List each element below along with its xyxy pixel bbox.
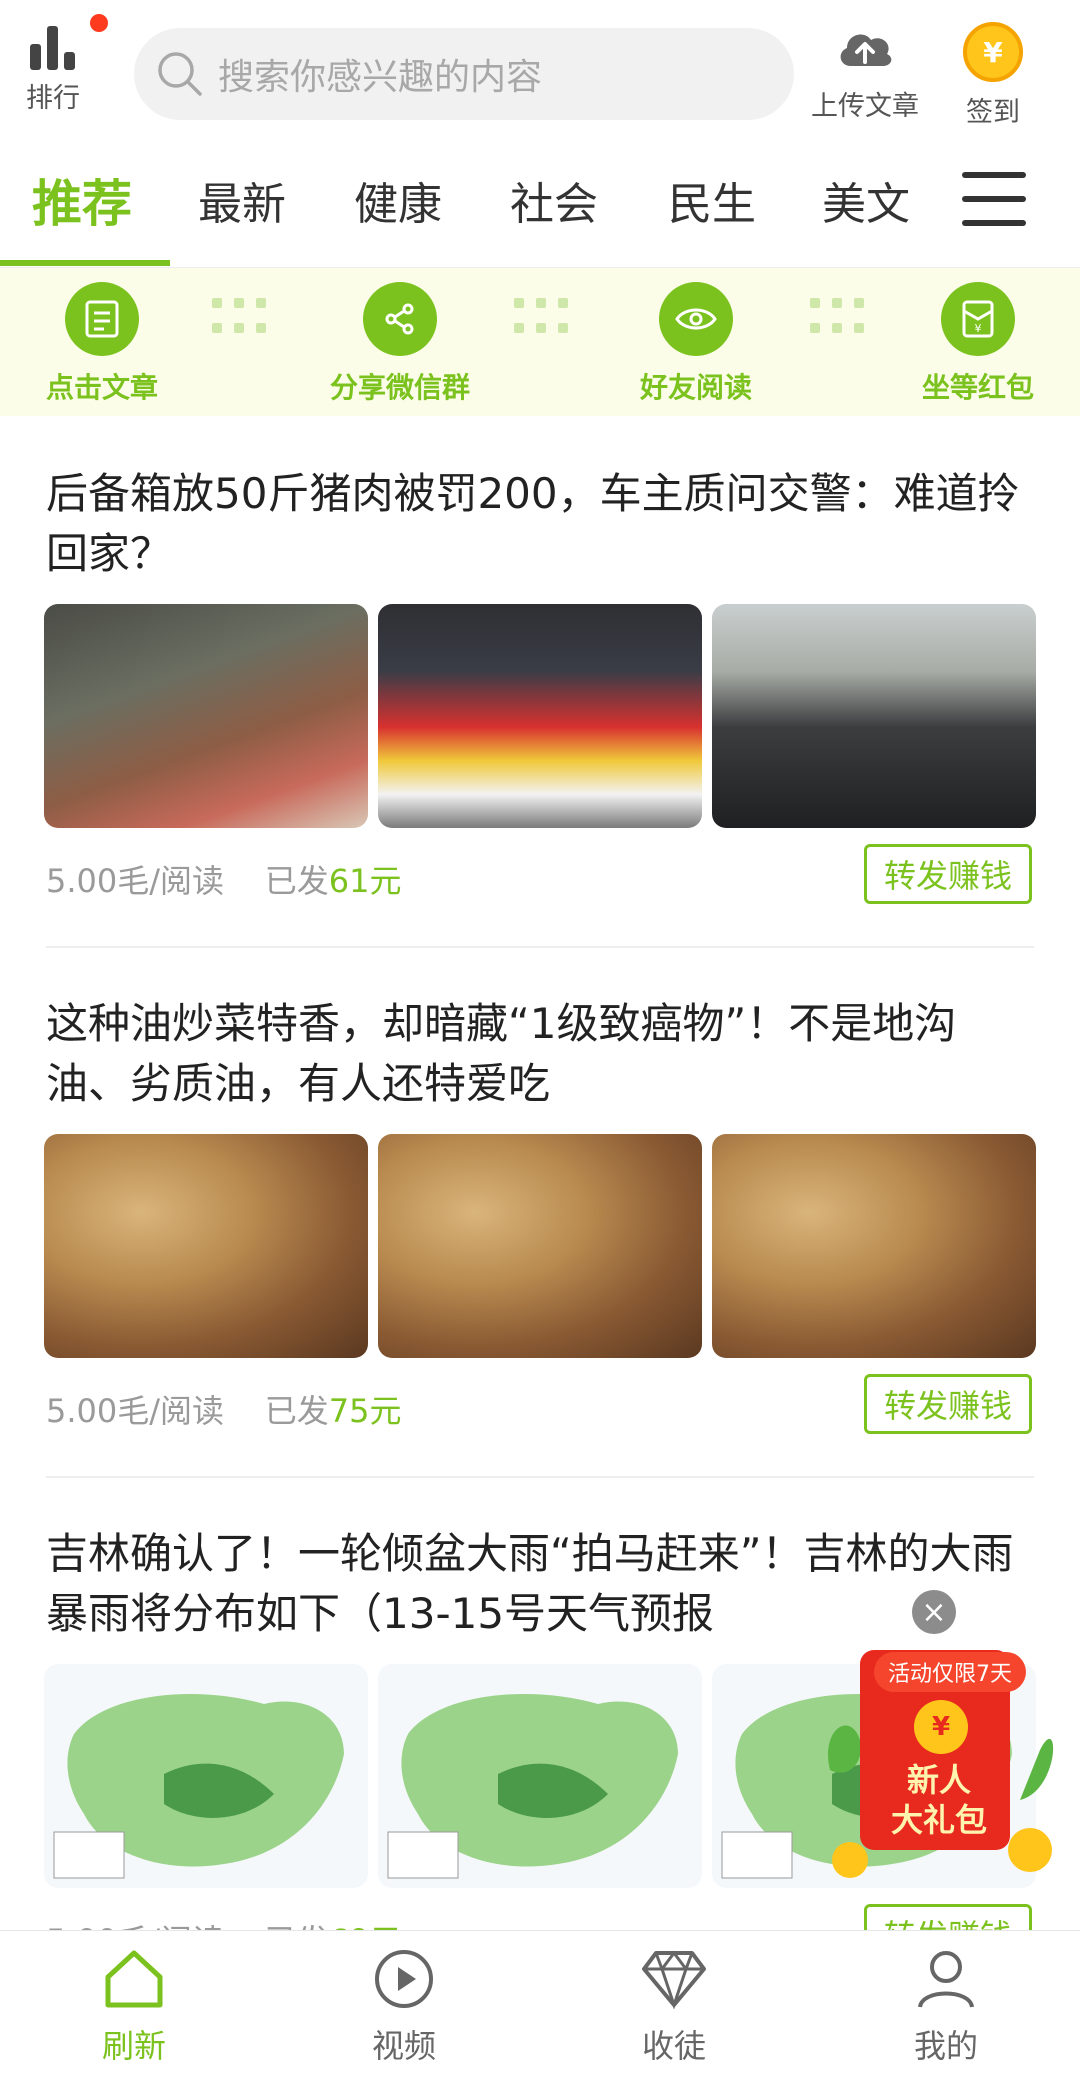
article-title[interactable]: 后备箱放50斤猪肉被罚200，车主质问交警：难道拎回家？ (46, 464, 1036, 584)
article-thumbnail[interactable] (44, 604, 368, 828)
play-icon (375, 1950, 433, 2008)
user-icon (918, 1951, 974, 2008)
search-bar[interactable]: 搜索你感兴趣的内容 (134, 28, 794, 120)
tab-latest[interactable]: 最新 (198, 168, 286, 232)
tab-recommended[interactable]: 推荐 (32, 164, 132, 236)
step-click-article: 点击文章 (42, 282, 162, 406)
tab-society[interactable]: 社会 (510, 168, 598, 232)
earning-steps-banner[interactable]: 点击文章 分享微信群 好友阅读 ¥ 坐等红包 (0, 268, 1080, 416)
limited-time-badge: 活动仅限7天 (874, 1652, 1026, 1692)
nav-label: 视频 (371, 2027, 436, 2065)
article-title[interactable]: 这种油炒菜特香，却暗藏“1级致癌物”！不是地沟油、劣质油，有人还特爱吃 (46, 994, 1036, 1114)
nav-video[interactable]: 视频 (334, 1949, 474, 2067)
home-icon (105, 1950, 163, 2008)
share-earn-button[interactable]: 转发赚钱 (864, 844, 1032, 904)
active-tab-indicator (0, 260, 170, 266)
paid-amount: 61元 (328, 862, 402, 900)
red-packet-icon: ¥ (941, 282, 1015, 356)
article-thumbnail[interactable] (378, 1134, 702, 1358)
paid-amount: 75元 (328, 1392, 402, 1430)
read-rate: 5.00毛/阅读 (46, 1392, 225, 1430)
signin-label: 签到 (966, 97, 1020, 128)
read-rate: 5.00毛/阅读 (46, 862, 225, 900)
article-images[interactable] (44, 1134, 1036, 1358)
nav-label: 刷新 (101, 2027, 166, 2065)
signin-button[interactable]: ¥ 签到 (952, 22, 1034, 129)
share-icon (363, 282, 437, 356)
step-separator (514, 298, 578, 338)
gift-line-1: 新人 (906, 1761, 971, 1799)
step-friend-read: 好友阅读 (634, 282, 758, 406)
step-share-wechat: 分享微信群 (322, 282, 478, 406)
upload-article-button[interactable]: 上传文章 (802, 22, 928, 123)
yuan-coin-icon: ¥ (914, 1700, 968, 1754)
svg-text:¥: ¥ (975, 322, 982, 335)
newcomer-gift-popup[interactable]: 活动仅限7天 ¥ 新人 大礼包 (820, 1590, 1060, 1880)
article-icon (65, 282, 139, 356)
nav-refresh[interactable]: 刷新 (64, 1949, 204, 2067)
notification-dot (90, 14, 108, 32)
search-placeholder: 搜索你感兴趣的内容 (218, 57, 543, 98)
bottom-navigation: 刷新 视频 收徒 我的 (0, 1930, 1080, 2097)
nav-recruit[interactable]: 收徒 (604, 1949, 744, 2067)
diamond-icon (642, 1950, 706, 2010)
article-meta: 5.00毛/阅读 已发61元 (46, 856, 401, 902)
article-thumbnail[interactable] (44, 1664, 368, 1888)
article-thumbnail[interactable] (378, 1664, 702, 1888)
menu-icon[interactable] (962, 172, 1026, 226)
paid-prefix: 已发 (264, 1392, 329, 1430)
step-label: 分享微信群 (329, 371, 470, 404)
step-separator (810, 298, 874, 338)
article-thumbnail[interactable] (712, 1134, 1036, 1358)
nav-label: 收徒 (641, 2027, 706, 2065)
paid-prefix: 已发 (264, 862, 329, 900)
rank-label: 排行 (26, 83, 80, 114)
step-label: 点击文章 (45, 371, 158, 404)
step-separator (212, 298, 276, 338)
share-earn-button[interactable]: 转发赚钱 (864, 1374, 1032, 1434)
eye-icon (659, 282, 733, 356)
article-images[interactable] (44, 604, 1036, 828)
article-thumbnail[interactable] (44, 1134, 368, 1358)
close-icon[interactable]: × (912, 1590, 956, 1634)
divider (46, 946, 1034, 948)
step-wait-red-packet: ¥ 坐等红包 (916, 282, 1040, 406)
tab-essays[interactable]: 美文 (822, 168, 910, 232)
step-label: 坐等红包 (921, 371, 1034, 404)
search-icon (158, 52, 202, 96)
divider (46, 1476, 1034, 1478)
coin-icon: ¥ (963, 22, 1023, 82)
top-bar: 排行 搜索你感兴趣的内容 上传文章 ¥ 签到 (0, 0, 1080, 150)
cloud-upload-icon (840, 34, 892, 66)
article-thumbnail[interactable] (378, 604, 702, 828)
nav-label: 我的 (913, 2027, 978, 2065)
nav-mine[interactable]: 我的 (876, 1949, 1016, 2067)
article-thumbnail[interactable] (712, 604, 1036, 828)
tab-health[interactable]: 健康 (354, 168, 442, 232)
article-meta: 5.00毛/阅读 已发75元 (46, 1386, 401, 1432)
step-label: 好友阅读 (639, 371, 752, 404)
bar-chart-icon (30, 26, 75, 70)
tab-livelihood[interactable]: 民生 (668, 168, 756, 232)
rank-button[interactable]: 排行 (22, 14, 108, 122)
category-tabs: 推荐 最新 健康 社会 民生 美文 (0, 150, 1080, 268)
upload-label: 上传文章 (811, 91, 919, 122)
gift-line-2: 大礼包 (890, 1801, 987, 1839)
gift-text: 新人 大礼包 (876, 1760, 1002, 1840)
